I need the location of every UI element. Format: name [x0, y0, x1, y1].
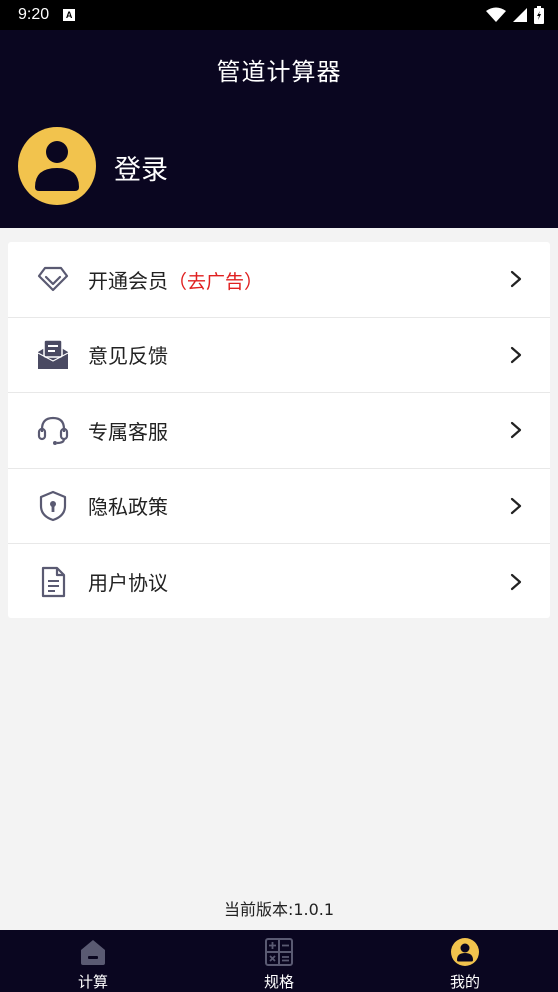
chevron-right-icon — [510, 422, 522, 439]
profile-header: 管道计算器 登录 — [0, 30, 558, 228]
diamond-icon — [36, 262, 70, 296]
remove-ads-note: （去广告） — [168, 270, 264, 293]
chevron-right-icon — [510, 573, 522, 590]
menu-label: 意见反馈 — [88, 344, 168, 369]
menu-label: 隐私政策 — [88, 495, 168, 520]
document-icon — [36, 565, 70, 599]
tab-label: 规格 — [263, 973, 294, 991]
battery-icon — [534, 6, 544, 24]
bottom-tab-bar: 计算 规格 我的 — [0, 930, 558, 992]
menu-label: 专属客服 — [88, 419, 168, 444]
chevron-right-icon — [510, 497, 522, 514]
headset-icon — [36, 413, 70, 447]
menu-item-support[interactable]: 专属客服 — [8, 393, 550, 469]
menu-item-vip[interactable]: 开通会员（去广告） — [8, 242, 550, 318]
chevron-right-icon — [510, 346, 522, 363]
menu-item-feedback[interactable]: 意见反馈 — [8, 318, 550, 393]
avatar[interactable] — [18, 127, 96, 205]
avatar-user-icon — [35, 141, 79, 191]
signal-icon — [513, 8, 527, 22]
wifi-icon — [486, 7, 506, 22]
status-bar: 9:20 A — [0, 0, 558, 30]
version-label: 当前版本:1.0.1 — [223, 900, 335, 919]
tab-calculate[interactable]: 计算 — [0, 930, 186, 992]
shield-lock-icon — [36, 489, 70, 523]
status-indicators — [486, 6, 544, 24]
notification-a-icon: A — [63, 9, 76, 21]
menu-label: 用户协议 — [88, 571, 168, 596]
tab-specs[interactable]: 规格 — [186, 930, 372, 992]
chevron-right-icon — [510, 271, 522, 288]
home-icon — [78, 937, 108, 967]
tab-label: 计算 — [77, 973, 108, 991]
menu-item-privacy[interactable]: 隐私政策 — [8, 469, 550, 544]
menu-label: 开通会员（去广告） — [88, 268, 264, 293]
feedback-mail-icon — [36, 338, 70, 372]
status-time: 9:20 — [18, 6, 50, 23]
calculator-icon — [264, 937, 294, 967]
tab-mine[interactable]: 我的 — [372, 930, 558, 992]
page-title: 管道计算器 — [216, 58, 342, 86]
user-icon — [450, 937, 480, 967]
settings-menu: 开通会员（去广告） 意见反馈 专属客服 隐私政策 用户协议 — [8, 242, 550, 618]
login-link[interactable]: 登录 — [114, 148, 168, 187]
tab-label: 我的 — [449, 973, 480, 991]
menu-item-agreement[interactable]: 用户协议 — [8, 544, 550, 620]
